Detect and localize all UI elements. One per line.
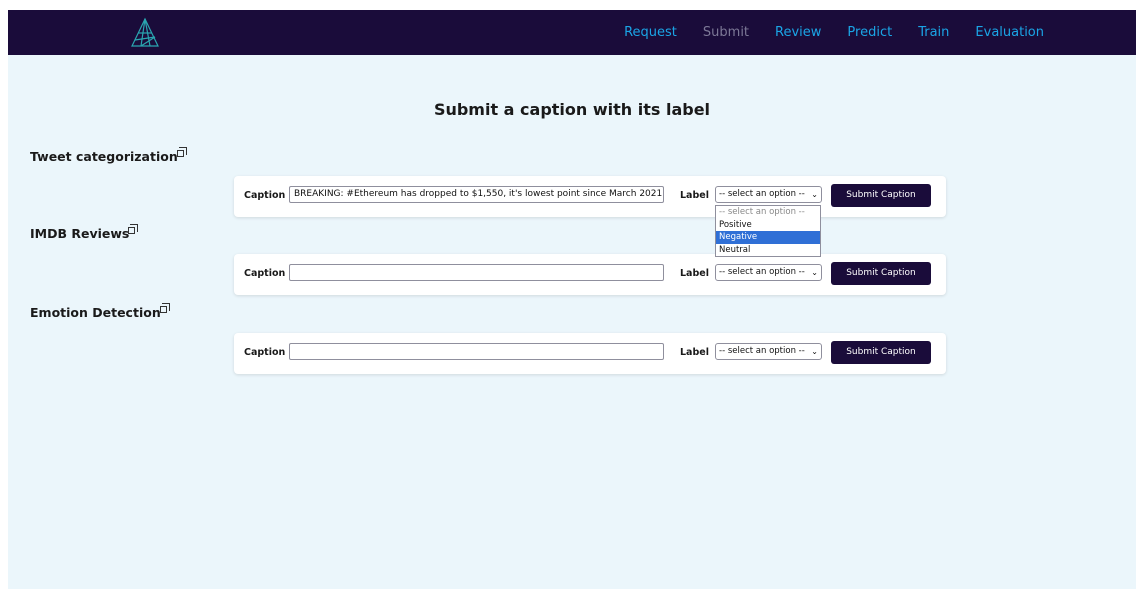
nav-train[interactable]: Train — [918, 25, 949, 40]
caption-label: Caption — [244, 268, 286, 279]
chevron-down-icon: ⌄ — [811, 347, 818, 356]
nav-request[interactable]: Request — [624, 25, 677, 40]
dropdown-option-neutral[interactable]: Neutral — [716, 244, 820, 257]
nav-submit[interactable]: Submit — [703, 25, 749, 40]
dropdown-option-placeholder[interactable]: -- select an option -- — [716, 206, 820, 219]
logo-icon[interactable] — [129, 17, 161, 49]
page-title: Submit a caption with its label — [433, 100, 711, 119]
caption-input[interactable] — [289, 264, 664, 281]
section-heading-text: IMDB Reviews — [30, 226, 130, 241]
nav-links: Request Submit Review Predict Train Eval… — [598, 10, 1044, 55]
caption-card-tweet: Caption BREAKING: #Ethereum has dropped … — [234, 176, 946, 217]
section-heading-text: Tweet categorization — [30, 149, 178, 164]
label-label: Label — [680, 347, 709, 358]
label-select-value: -- select an option -- — [719, 189, 805, 199]
label-dropdown-list: -- select an option -- Positive Negative… — [715, 205, 821, 257]
caption-label: Caption — [244, 347, 286, 358]
navbar: Request Submit Review Predict Train Eval… — [8, 10, 1136, 55]
caption-input[interactable]: BREAKING: #Ethereum has dropped to $1,55… — [289, 186, 664, 203]
chevron-down-icon: ⌄ — [811, 268, 818, 277]
external-link-icon[interactable] — [159, 303, 170, 313]
submit-caption-button[interactable]: Submit Caption — [831, 262, 931, 285]
external-link-icon[interactable] — [176, 147, 187, 157]
section-heading-imdb: IMDB Reviews — [30, 224, 139, 241]
section-heading-text: Emotion Detection — [30, 305, 161, 320]
submit-caption-button[interactable]: Submit Caption — [831, 341, 931, 364]
external-link-icon[interactable] — [128, 224, 139, 234]
section-heading-emotion: Emotion Detection — [30, 303, 170, 320]
label-select[interactable]: -- select an option -- ⌄ — [715, 186, 822, 203]
dropdown-option-negative[interactable]: Negative — [716, 231, 820, 244]
submit-caption-button[interactable]: Submit Caption — [831, 184, 931, 207]
nav-review[interactable]: Review — [775, 25, 821, 40]
caption-card-emotion: Caption Label -- select an option -- ⌄ S… — [234, 333, 946, 374]
label-select-value: -- select an option -- — [719, 346, 805, 356]
app-frame: Request Submit Review Predict Train Eval… — [8, 10, 1136, 589]
caption-label: Caption — [244, 190, 286, 201]
section-heading-tweet: Tweet categorization — [30, 147, 187, 164]
dropdown-option-positive[interactable]: Positive — [716, 219, 820, 232]
label-select[interactable]: -- select an option -- ⌄ — [715, 343, 822, 360]
caption-card-imdb: Caption Label -- select an option -- ⌄ S… — [234, 254, 946, 295]
nav-evaluation[interactable]: Evaluation — [975, 25, 1044, 40]
label-select-value: -- select an option -- — [719, 267, 805, 277]
label-label: Label — [680, 268, 709, 279]
caption-input[interactable] — [289, 343, 664, 360]
label-label: Label — [680, 190, 709, 201]
chevron-down-icon: ⌄ — [811, 190, 818, 199]
label-select[interactable]: -- select an option -- ⌄ — [715, 264, 822, 281]
nav-predict[interactable]: Predict — [847, 25, 892, 40]
